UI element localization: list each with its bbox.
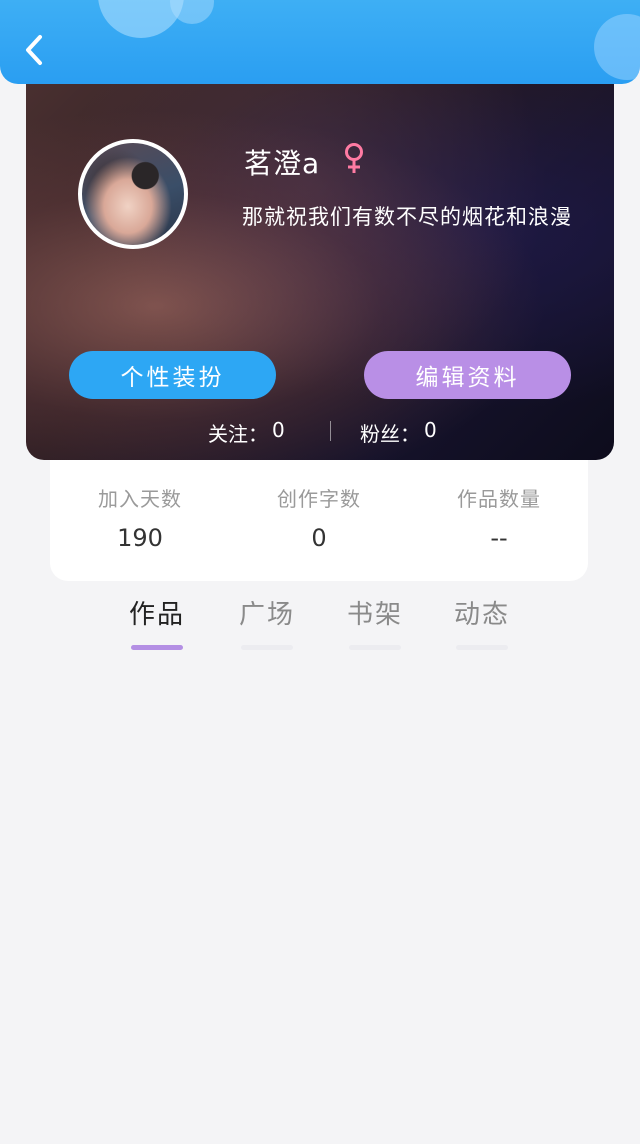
tab-label: 广场 [238,600,295,630]
stat-value: -- [490,524,508,552]
stat-works-count: 作品数量 -- [429,483,569,552]
decorative-bubble [594,14,640,80]
decorative-bubble [170,0,214,24]
stat-label: 创作字数 [277,487,361,511]
edit-profile-button[interactable]: 编辑资料 [364,351,571,399]
profile-page: 茗澄a 那就祝我们有数不尽的烟花和浪漫 个性装扮 编辑资料 关注： 0 粉丝： … [0,0,640,1144]
personal-dress-up-button[interactable]: 个性装扮 [69,351,276,399]
stat-label: 加入天数 [98,487,182,511]
stat-value: 0 [311,524,327,552]
tab-square[interactable]: 广场 [222,594,312,650]
following-count[interactable]: 关注： 0 [208,418,285,447]
edit-profile-label: 编辑资料 [415,365,520,391]
user-bio: 那就祝我们有数不尽的烟花和浪漫 [242,205,572,229]
tab-content-area [0,660,640,1144]
following-label: 关注： [208,422,268,446]
personal-dress-up-label: 个性装扮 [120,365,225,391]
username: 茗澄a [244,147,321,180]
tab-bookshelf[interactable]: 书架 [330,594,420,650]
tab-indicator [131,645,183,650]
chevron-left-icon [26,35,42,65]
tab-indicator [349,645,401,650]
following-value: 0 [272,418,285,442]
back-button[interactable] [18,30,50,70]
tab-indicator [456,645,508,650]
avatar[interactable] [78,139,188,249]
tab-indicator [241,645,293,650]
tab-label: 作品 [128,600,185,630]
fans-count[interactable]: 粉丝： 0 [360,418,437,447]
profile-tabs: 作品 广场 书架 动态 [0,594,640,654]
stat-value: 190 [117,524,163,552]
stat-word-count: 创作字数 0 [249,483,389,552]
follow-divider [330,421,331,441]
stats-card: 加入天数 190 创作字数 0 作品数量 -- [50,455,588,581]
stat-join-days: 加入天数 190 [70,483,210,552]
top-header [0,0,640,84]
tab-activity[interactable]: 动态 [437,594,527,650]
tab-works[interactable]: 作品 [112,594,202,650]
tab-label: 书架 [346,600,403,630]
fans-label: 粉丝： [360,422,420,446]
follow-stats: 关注： 0 粉丝： 0 [26,416,614,446]
profile-card: 茗澄a 那就祝我们有数不尽的烟花和浪漫 个性装扮 编辑资料 关注： 0 粉丝： … [26,76,614,460]
tab-label: 动态 [453,600,510,630]
fans-value: 0 [424,418,437,442]
stat-label: 作品数量 [457,487,541,511]
female-icon [345,143,363,173]
